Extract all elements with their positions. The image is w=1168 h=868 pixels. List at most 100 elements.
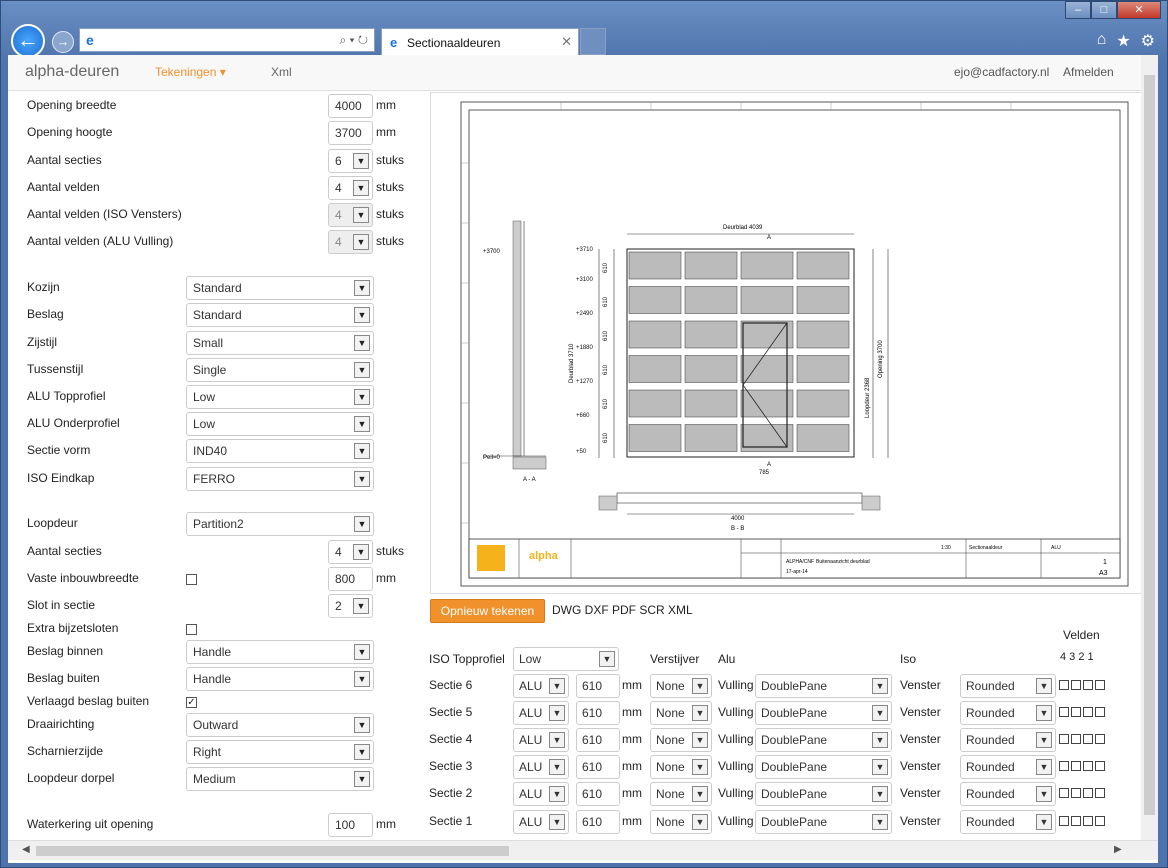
- section-height-input[interactable]: 610: [576, 674, 620, 698]
- velden-checkbox[interactable]: [1083, 707, 1093, 717]
- section-vulling-select[interactable]: DoublePane ▼: [755, 701, 892, 725]
- form2-select-4[interactable]: Low ▼: [186, 385, 374, 409]
- velden-checkbox[interactable]: [1059, 816, 1069, 826]
- dorpel-select[interactable]: Medium ▼: [186, 767, 374, 791]
- velden-checkbox[interactable]: [1083, 680, 1093, 690]
- export-formats[interactable]: DWG DXF PDF SCR XML: [552, 603, 693, 617]
- velden-checkbox[interactable]: [1071, 680, 1081, 690]
- maximize-button[interactable]: □: [1091, 1, 1117, 19]
- form2-select-7[interactable]: FERRO ▼: [186, 467, 374, 491]
- form2-select-3[interactable]: Single ▼: [186, 358, 374, 382]
- section-height-input[interactable]: 610: [576, 701, 620, 725]
- section-material-select[interactable]: ALU ▼: [513, 810, 569, 834]
- section-height-input[interactable]: 610: [576, 755, 620, 779]
- iso-topprofiel-select[interactable]: Low ▼: [513, 647, 619, 671]
- forward-button[interactable]: →: [52, 31, 74, 53]
- velden-checkbox[interactable]: [1059, 761, 1069, 771]
- beslag-buiten-select[interactable]: Handle ▼: [186, 667, 374, 691]
- draairichting-select[interactable]: Outward ▼: [186, 713, 374, 737]
- form1-input-1[interactable]: 3700: [328, 121, 373, 145]
- verlaagd-checkbox[interactable]: ✓: [186, 697, 197, 708]
- section-verstijver-select[interactable]: None ▼: [650, 782, 712, 806]
- slot-select[interactable]: 2 ▼: [328, 594, 373, 618]
- section-height-input[interactable]: 610: [576, 782, 620, 806]
- back-button[interactable]: ←: [11, 24, 45, 58]
- new-tab-button[interactable]: [580, 28, 606, 55]
- scroll-left-icon[interactable]: ◀: [22, 844, 30, 855]
- section-verstijver-select[interactable]: None ▼: [650, 674, 712, 698]
- velden-checkbox[interactable]: [1095, 734, 1105, 744]
- velden-checkbox[interactable]: [1071, 707, 1081, 717]
- menu-xml[interactable]: Xml: [271, 65, 292, 79]
- horizontal-scroll-thumb[interactable]: [36, 846, 509, 856]
- gear-icon[interactable]: ⚙: [1141, 31, 1155, 51]
- section-venster-select[interactable]: Rounded ▼: [960, 701, 1056, 725]
- loopdeur-select[interactable]: Partition2 ▼: [186, 512, 374, 536]
- waterkering-input[interactable]: 100: [328, 813, 373, 837]
- scharnierzijde-select[interactable]: Right ▼: [186, 740, 374, 764]
- velden-checkbox[interactable]: [1083, 734, 1093, 744]
- section-vulling-select[interactable]: DoublePane ▼: [755, 810, 892, 834]
- form1-select-3[interactable]: 4 ▼: [328, 176, 373, 200]
- logout-link[interactable]: Afmelden: [1063, 65, 1114, 79]
- section-height-input[interactable]: 610: [576, 728, 620, 752]
- menu-tekeningen[interactable]: Tekeningen ▾: [155, 65, 226, 79]
- velden-checkbox[interactable]: [1071, 734, 1081, 744]
- browser-tab[interactable]: e Sectionaaldeuren ✕: [381, 28, 579, 55]
- address-bar[interactable]: e ⌕ ▾ ↻: [79, 28, 375, 52]
- home-icon[interactable]: ⌂: [1097, 31, 1107, 51]
- section-venster-select[interactable]: Rounded ▼: [960, 810, 1056, 834]
- velden-checkbox[interactable]: [1095, 680, 1105, 690]
- form1-select-2[interactable]: 6 ▼: [328, 149, 373, 173]
- scroll-right-icon[interactable]: ▶: [1114, 844, 1122, 855]
- section-material-select[interactable]: ALU ▼: [513, 728, 569, 752]
- section-height-input[interactable]: 610: [576, 810, 620, 834]
- redraw-button[interactable]: Opnieuw tekenen: [430, 599, 545, 623]
- section-verstijver-select[interactable]: None ▼: [650, 701, 712, 725]
- search-refresh-icon[interactable]: ⌕ ▾ ↻: [339, 33, 368, 48]
- section-venster-select[interactable]: Rounded ▼: [960, 782, 1056, 806]
- velden-checkbox[interactable]: [1059, 680, 1069, 690]
- form2-select-2[interactable]: Small ▼: [186, 331, 374, 355]
- user-email[interactable]: ejo@cadfactory.nl: [954, 65, 1049, 79]
- section-material-select[interactable]: ALU ▼: [513, 755, 569, 779]
- section-vulling-select[interactable]: DoublePane ▼: [755, 755, 892, 779]
- velden-checkbox[interactable]: [1059, 788, 1069, 798]
- close-tab-icon[interactable]: ✕: [561, 34, 572, 50]
- section-vulling-select[interactable]: DoublePane ▼: [755, 728, 892, 752]
- velden-checkbox[interactable]: [1095, 707, 1105, 717]
- form2-select-5[interactable]: Low ▼: [186, 412, 374, 436]
- velden-checkbox[interactable]: [1071, 761, 1081, 771]
- velden-checkbox[interactable]: [1083, 788, 1093, 798]
- form2-select-1[interactable]: Standard ▼: [186, 303, 374, 327]
- section-material-select[interactable]: ALU ▼: [513, 701, 569, 725]
- velden-checkbox[interactable]: [1095, 816, 1105, 826]
- vaste-checkbox[interactable]: [186, 574, 197, 585]
- section-material-select[interactable]: ALU ▼: [513, 674, 569, 698]
- section-vulling-select[interactable]: DoublePane ▼: [755, 674, 892, 698]
- horizontal-scrollbar[interactable]: ◀ ▶: [8, 840, 1158, 860]
- section-venster-select[interactable]: Rounded ▼: [960, 755, 1056, 779]
- velden-checkbox[interactable]: [1083, 816, 1093, 826]
- extra-checkbox[interactable]: [186, 624, 197, 635]
- form2-select-0[interactable]: Standard ▼: [186, 276, 374, 300]
- section-venster-select[interactable]: Rounded ▼: [960, 728, 1056, 752]
- brand[interactable]: alpha-deuren: [25, 63, 119, 81]
- close-window-button[interactable]: ✕: [1117, 1, 1161, 19]
- velden-checkbox[interactable]: [1095, 788, 1105, 798]
- vertical-scrollbar[interactable]: [1141, 55, 1158, 840]
- section-vulling-select[interactable]: DoublePane ▼: [755, 782, 892, 806]
- velden-checkbox[interactable]: [1059, 707, 1069, 717]
- favorites-star-icon[interactable]: ★: [1116, 31, 1130, 51]
- loopdeur-secties-select[interactable]: 4 ▼: [328, 540, 373, 564]
- velden-checkbox[interactable]: [1071, 788, 1081, 798]
- beslag-binnen-select[interactable]: Handle ▼: [186, 640, 374, 664]
- form1-input-0[interactable]: 4000: [328, 94, 373, 118]
- velden-checkbox[interactable]: [1083, 761, 1093, 771]
- velden-checkbox[interactable]: [1059, 734, 1069, 744]
- vertical-scroll-thumb[interactable]: [1144, 75, 1155, 815]
- section-verstijver-select[interactable]: None ▼: [650, 810, 712, 834]
- form2-select-6[interactable]: IND40 ▼: [186, 439, 374, 463]
- velden-checkbox[interactable]: [1095, 761, 1105, 771]
- minimize-button[interactable]: –: [1065, 1, 1091, 19]
